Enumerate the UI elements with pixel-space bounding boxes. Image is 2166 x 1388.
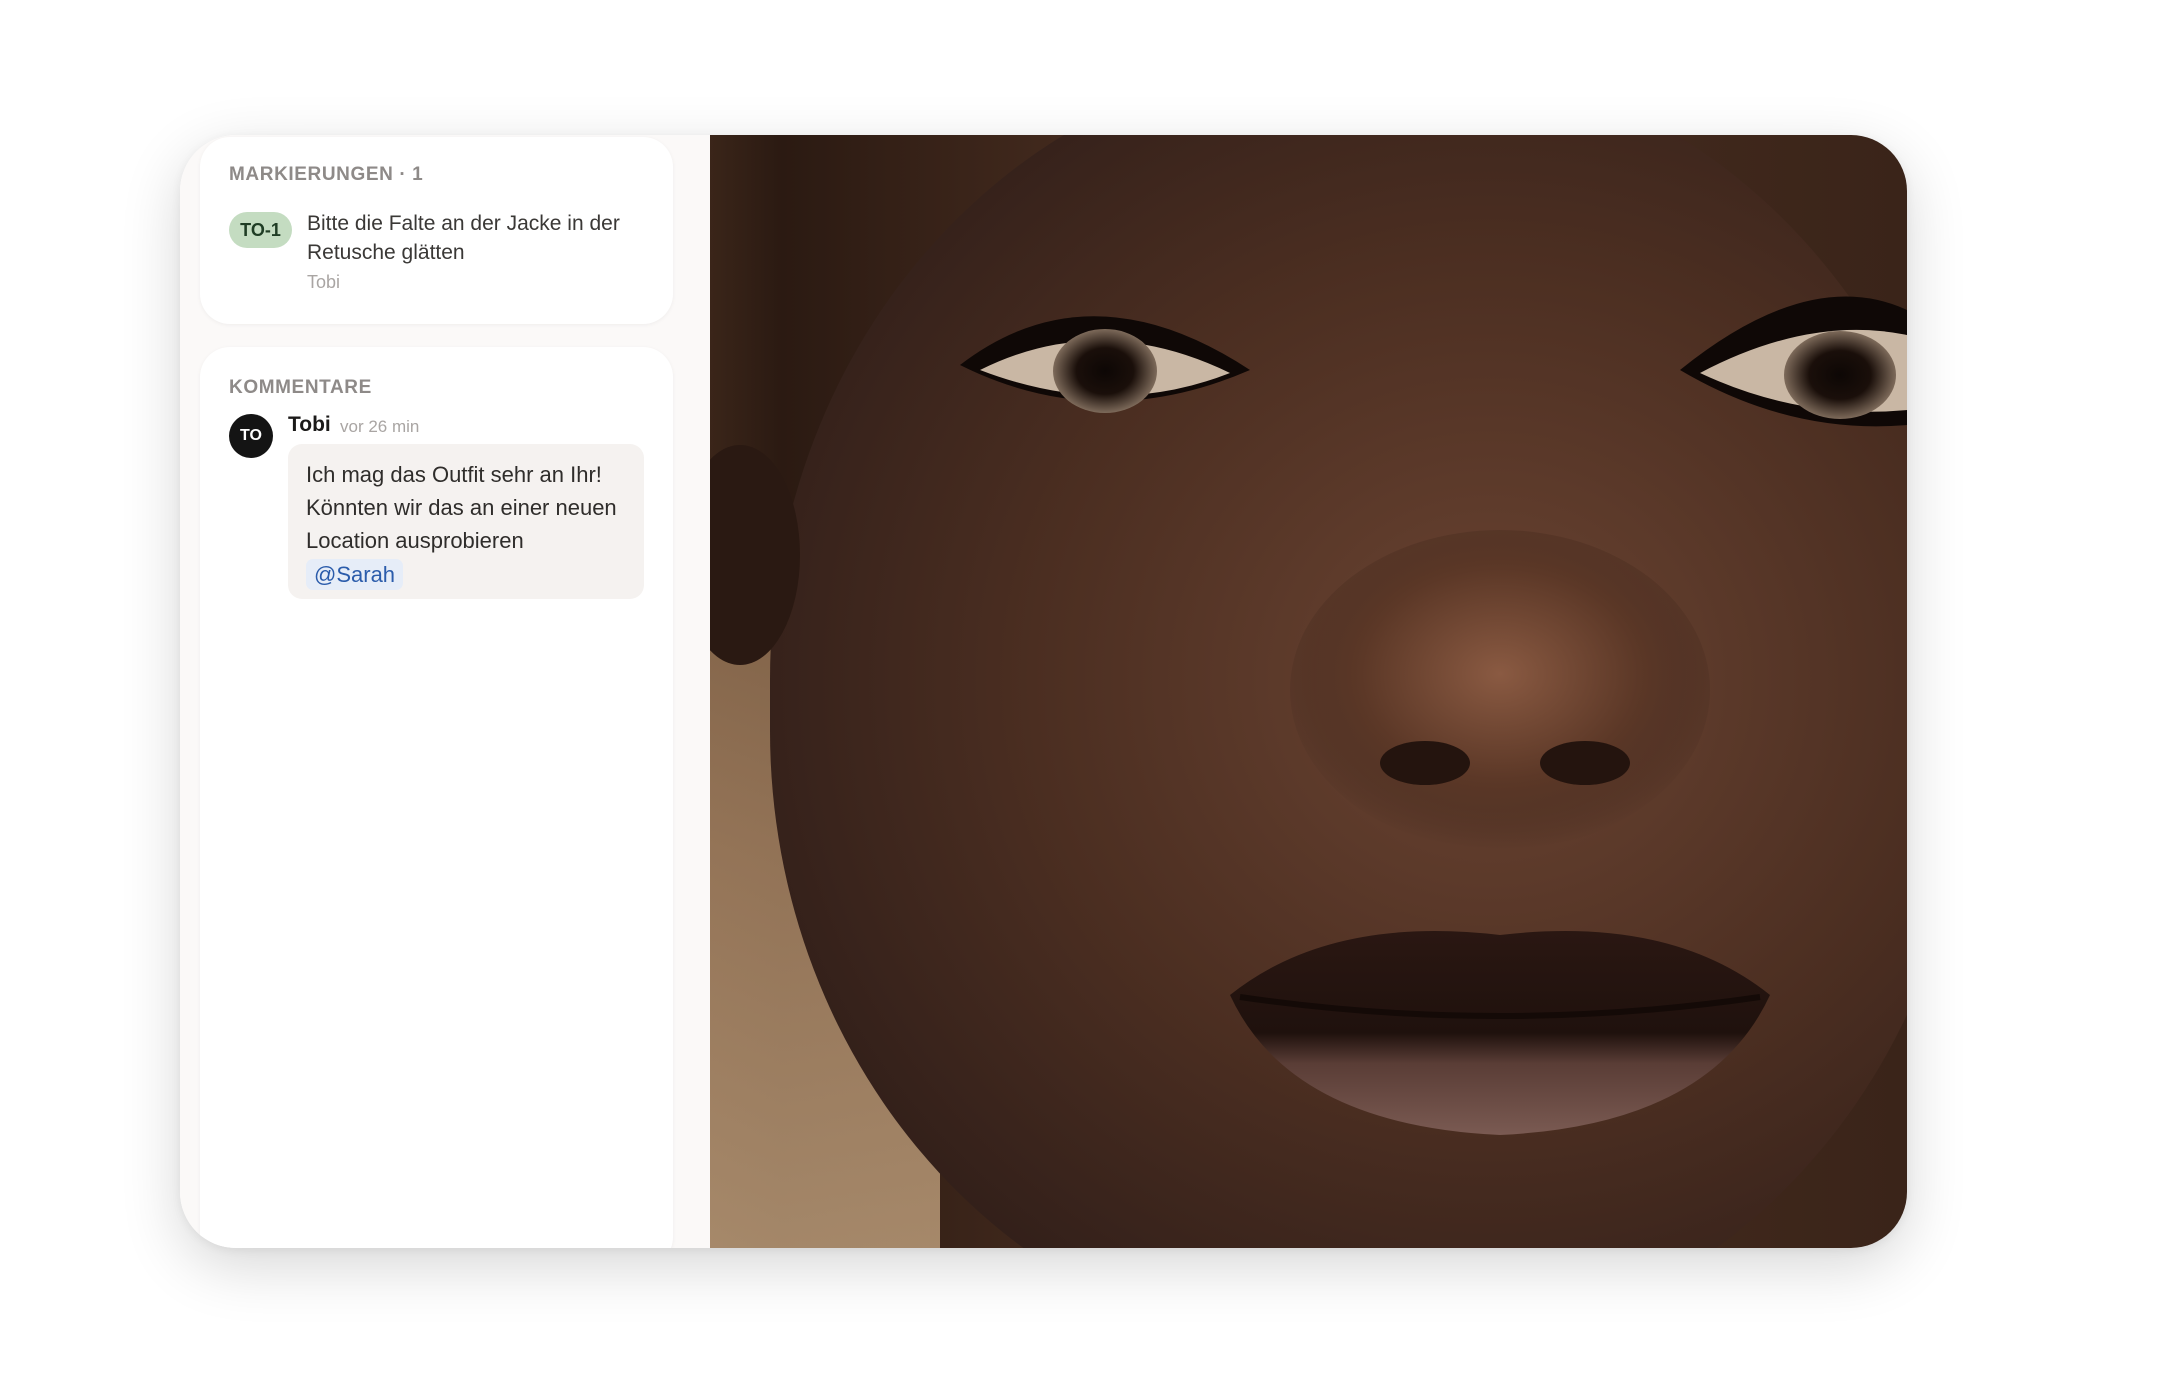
review-image[interactable] [710,135,1907,1248]
right-eye-iris [1784,331,1896,419]
markings-title: MARKIERUNGEN · 1 [229,164,424,185]
comments-title: KOMMENTARE [229,377,372,398]
marking-text[interactable]: Bitte die Falte an der Jacke in der Retu… [307,209,647,267]
lips [1230,931,1770,1135]
comment-timestamp: vor 26 min [340,417,420,436]
comment-text: Ich mag das Outfit sehr an Ihr! Könnten … [306,462,617,553]
comment-author: Tobi [288,413,331,436]
review-sidebar: MARKIERUNGEN · 1 TO-1 Bitte die Falte an… [180,135,710,1248]
portrait-features [710,296,1907,1135]
marking-author: Tobi [307,272,341,292]
markings-panel: MARKIERUNGEN · 1 TO-1 Bitte die Falte an… [200,137,673,324]
ear-shape [710,445,800,665]
left-nostril [1380,741,1470,785]
marking-tag-badge[interactable]: TO-1 [229,212,292,248]
nose-shape [1290,530,1710,850]
review-window: MARKIERUNGEN · 1 TO-1 Bitte die Falte an… [180,135,1907,1248]
right-nostril [1540,741,1630,785]
left-eye-iris [1053,329,1157,413]
comments-panel: KOMMENTARE TO Tobi vor 26 min Ich mag da… [200,347,673,1248]
comment-bubble: Ich mag das Outfit sehr an Ihr! Könnten … [288,444,644,599]
avatar: TO [229,414,273,458]
mention-link[interactable]: @Sarah [306,559,404,590]
